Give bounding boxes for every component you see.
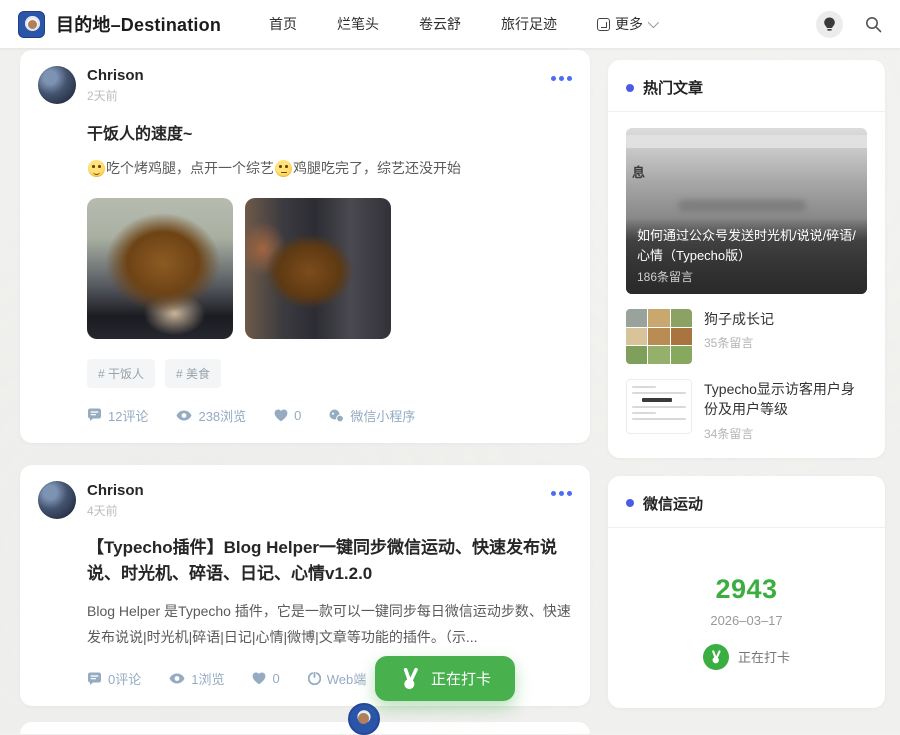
top-navigation-bar: 目的地–Destination 首页 烂笔头 卷云舒 旅行足迹 更多 [0,0,900,48]
comment-icon [88,672,101,685]
astronaut-face [28,19,37,29]
post-text: 吃个烤鸡腿，点开一个综艺 鸡腿吃完了，综艺还没开始 [87,157,572,181]
views-stat: 1浏览 [169,669,224,688]
heart-icon [253,672,266,685]
post-excerpt: Blog Helper 是Typecho 插件，它是一款可以一键同步每日微信运动… [87,603,571,646]
site-title: 目的地–Destination [56,15,222,35]
checkin-status: 正在打卡 [702,643,790,670]
bullet-dot-icon [626,83,634,92]
victory-hand-badge [702,643,729,670]
featured-title: 如何通过公众号发送时光机/说说/碎语/心情（Typecho版） [637,228,856,263]
comments-stat[interactable]: 0评论 [87,669,141,688]
search-icon[interactable] [865,16,882,33]
post-meta: Chrison 2天前 [87,66,144,104]
lightbulb-icon [824,17,835,31]
photo-chicken-leg-2[interactable] [245,197,391,339]
article-comment-count: 35条留言 [704,336,754,351]
featured-article-card[interactable]: 息 如何通过公众号发送时光机/说说/碎语/心情（Typecho版） 186条留言 [626,128,867,294]
smiley-emoji-icon [88,160,105,178]
source-stat: Web端 [307,669,366,688]
nav-item-clouds[interactable]: 卷云舒 [419,14,461,34]
featured-comment-count: 186条留言 [637,270,694,284]
topbar-actions [816,10,882,38]
comments-stat[interactable]: 12评论 [87,406,148,425]
photo-chicken-leg-1[interactable] [87,197,233,339]
author-avatar[interactable] [38,66,76,104]
dog-grid-thumbnail [626,309,692,364]
views-stat: 238浏览 [176,406,246,425]
tag-meishi[interactable]: # 美食 [165,358,222,388]
tag-ganfanren[interactable]: # 干饭人 [87,358,156,388]
screenshot-text: 息 [632,165,646,180]
likes-stat[interactable]: 0 [252,671,280,686]
checkin-status-label: 正在打卡 [737,650,790,666]
screenshot-bar [626,135,867,148]
eye-icon [169,673,185,684]
next-post-card-edge [20,722,590,734]
wechat-sport-widget: 微信运动 2943 2026–03–17 正在打卡 [608,475,885,708]
wechat-sport-body: 2943 2026–03–17 正在打卡 [608,528,885,708]
author-name[interactable]: Chrison [87,67,144,84]
post-more-menu[interactable] [551,481,572,496]
post-card-ganfan: Chrison 2天前 干饭人的速度~ 吃个烤鸡腿，点开一个综艺 鸡腿吃完了，综艺… [20,50,590,443]
post-title[interactable]: 【Typecho插件】Blog Helper一键同步微信运动、快速发布说说、时光… [87,535,572,588]
post-header: Chrison 2天前 [38,66,572,104]
featured-overlay: 如何通过公众号发送时光机/说说/碎语/心情（Typecho版） 186条留言 [626,218,867,294]
widget-body: 息 如何通过公众号发送时光机/说说/碎语/心情（Typecho版） 186条留言… [608,112,885,458]
nav-item-home[interactable]: 首页 [269,14,297,34]
nav-item-notes[interactable]: 烂笔头 [337,14,379,34]
nav-item-more[interactable]: 更多 [597,14,660,34]
author-name[interactable]: Chrison [87,482,144,499]
article-title: 狗子成长记 [704,311,774,327]
checkin-floating-button[interactable]: 正在打卡 [375,656,515,701]
theme-toggle-button[interactable] [816,10,843,38]
site-avatar-bottom[interactable] [348,703,380,735]
victory-hand-icon [712,649,721,663]
widget-title: 热门文章 [643,80,704,97]
hot-article-item[interactable]: Typecho显示访客用户身份及用户等级 34条留言 [626,379,867,442]
victory-hand-icon [403,667,418,689]
hot-articles-widget: 热门文章 息 如何通过公众号发送时光机/说说/碎语/心情（Typecho版） 1… [608,60,885,458]
post-body: 干饭人的速度~ 吃个烤鸡腿，点开一个综艺 鸡腿吃完了，综艺还没开始 # 干饭人 #… [87,120,572,425]
bullet-dot-icon [626,499,634,508]
article-comment-count: 34条留言 [704,426,754,441]
post-photos [87,197,572,339]
site-logo[interactable] [18,10,45,38]
main-nav: 首页 烂笔头 卷云舒 旅行足迹 更多 [269,14,660,34]
likes-stat[interactable]: 0 [274,408,301,423]
post-meta: Chrison 4天前 [87,481,144,519]
post-title[interactable]: 干饭人的速度~ [87,120,572,144]
tag-row: # 干饭人 # 美食 [87,358,572,388]
widget-header: 热门文章 [608,60,885,112]
widget-header: 微信运动 [608,476,885,528]
post-stats: 12评论 238浏览 0 微信小程序 [87,406,572,425]
eye-icon [176,410,192,421]
author-avatar[interactable] [38,480,76,519]
comment-icon [88,408,101,422]
post-time: 4天前 [87,503,118,518]
heart-icon [274,409,288,421]
post-more-menu[interactable] [551,66,572,81]
more-apps-icon [597,17,611,31]
hot-article-item[interactable]: 狗子成长记 35条留言 [626,309,867,364]
widget-title: 微信运动 [643,495,704,513]
chevron-down-icon [647,16,660,29]
article-title: Typecho显示访客用户身份及用户等级 [704,381,855,418]
neutral-emoji-icon [275,160,292,178]
post-time: 2天前 [87,89,118,103]
wechat-mini-program-icon [329,409,345,422]
sidebar: 热门文章 息 如何通过公众号发送时光机/说说/碎语/心情（Typecho版） 1… [608,60,885,726]
feed-column: Chrison 2天前 干饭人的速度~ 吃个烤鸡腿，点开一个综艺 鸡腿吃完了，综艺… [20,50,590,728]
screenshot-blur-pill [678,200,806,212]
source-stat: 微信小程序 [329,406,415,425]
post-header: Chrison 4天前 [38,480,572,519]
step-count: 2943 [715,573,778,604]
web-client-icon [307,672,321,686]
comments-screenshot-thumbnail [626,379,692,434]
step-date: 2026–03–17 [710,612,783,628]
nav-item-travel[interactable]: 旅行足迹 [501,14,557,34]
